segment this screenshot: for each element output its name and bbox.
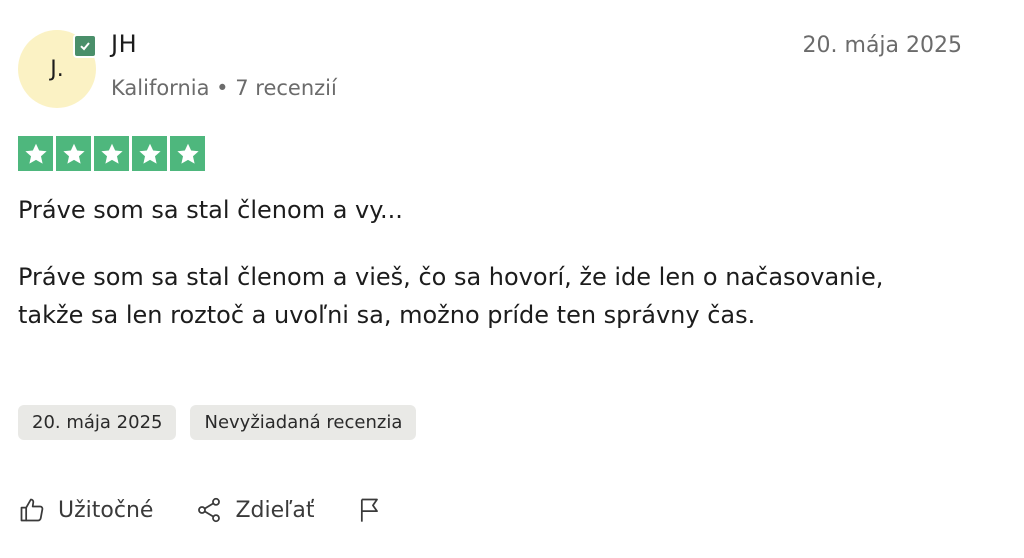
experience-date-chip: 20. mája 2025 — [18, 405, 177, 440]
star-icon — [18, 136, 53, 171]
report-button[interactable] — [356, 496, 384, 524]
star-rating — [18, 136, 205, 171]
reviewer-location: Kalifornia — [111, 76, 210, 100]
share-icon — [195, 496, 223, 524]
useful-label: Užitočné — [58, 497, 154, 523]
reviewer-meta: Kalifornia • 7 recenzií — [111, 76, 337, 100]
thumbs-up-icon — [18, 496, 46, 524]
useful-button[interactable]: Užitočné — [18, 496, 153, 524]
share-button[interactable]: Zdieľať — [195, 496, 314, 524]
review-actions: Užitočné Zdieľať — [18, 496, 384, 524]
star-icon — [170, 136, 205, 171]
meta-separator: • — [216, 76, 229, 100]
flag-icon — [356, 496, 384, 524]
review-body: Práve som sa stal členom a vieš, čo sa h… — [18, 263, 884, 329]
reviewer-name[interactable]: JH — [111, 30, 137, 58]
review-date: 20. mája 2025 — [802, 33, 962, 58]
share-label: Zdieľať — [235, 497, 315, 523]
avatar-initials: J. — [50, 56, 64, 82]
star-icon — [94, 136, 129, 171]
review-chips: 20. mája 2025 Nevyžiadaná recenzia — [18, 405, 417, 440]
reviewer-review-count: 7 recenzií — [235, 76, 337, 100]
unsolicited-review-chip[interactable]: Nevyžiadaná recenzia — [190, 405, 417, 440]
review-title[interactable]: Práve som sa stal členom a vy... — [18, 196, 403, 224]
star-icon — [56, 136, 91, 171]
star-icon — [132, 136, 167, 171]
check-badge-icon — [73, 34, 97, 58]
